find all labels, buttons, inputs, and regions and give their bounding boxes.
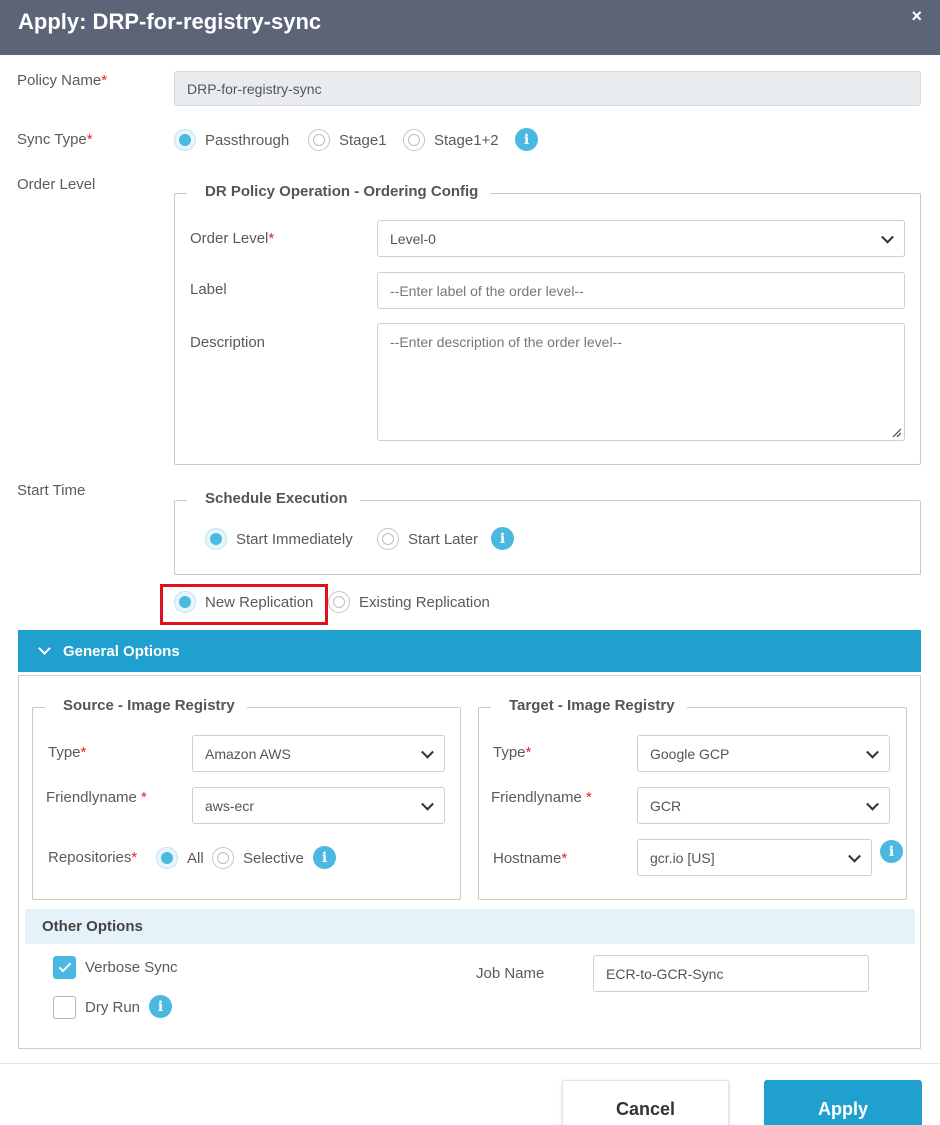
footer-divider [0,1063,940,1064]
close-icon[interactable]: × [911,6,922,27]
label-input[interactable]: --Enter label of the order level-- [377,272,905,309]
order-level-section-label: Order Level [17,176,96,193]
policy-name-label-text: Policy Name [17,72,102,89]
sync-type-label-text: Sync Type [17,131,87,148]
checkbox-box [53,996,76,1019]
radio-circle [205,528,227,550]
info-icon[interactable]: i [313,846,336,869]
info-icon[interactable]: i [491,527,514,550]
job-name-input[interactable]: ECR-to-GCR-Sync [593,955,869,992]
order-level-label-text: Order Level [190,230,269,247]
sync-type-stage1-2-radio[interactable]: Stage1+2 [403,129,499,151]
radio-circle [403,129,425,151]
general-options-toggle[interactable]: General Options [18,630,921,672]
target-type-select[interactable]: Google GCP [637,735,890,772]
dry-run-checkbox[interactable]: Dry Run [53,996,140,1019]
source-registry-legend: Source - Image Registry [45,697,247,714]
required-marker: * [86,131,93,148]
checkbox-label: Verbose Sync [85,959,178,976]
dialog-title: Apply: DRP-for-registry-sync [18,9,322,34]
info-icon[interactable]: i [149,995,172,1018]
radio-label: Existing Replication [359,593,490,611]
repositories-label: Repositories* [48,849,137,866]
target-type-label: Type* [493,744,531,761]
required-marker: * [561,850,568,867]
apply-button[interactable]: Apply [764,1080,922,1125]
description-placeholder: --Enter description of the order level-- [390,334,622,350]
info-icon[interactable]: i [880,840,903,863]
hostname-label: Hostname* [493,850,567,867]
order-level-select[interactable]: Level-0 [377,220,905,257]
radio-label: All [187,849,204,867]
required-marker: * [80,744,87,761]
verbose-sync-checkbox[interactable]: Verbose Sync [53,956,178,979]
radio-circle [377,528,399,550]
start-later-radio[interactable]: Start Later [377,528,478,550]
radio-label: Passthrough [205,131,290,149]
target-type-label-text: Type [493,744,526,761]
hostname-select[interactable]: gcr.io [US] [637,839,872,876]
required-marker: * [268,230,275,247]
sync-type-stage1-radio[interactable]: Stage1 [308,129,387,151]
cancel-button[interactable]: Cancel [562,1080,729,1125]
target-friendlyname-label-text: Friendlyname [491,789,582,806]
radio-circle [174,129,196,151]
policy-name-field: DRP-for-registry-sync [174,71,921,106]
description-textarea[interactable]: --Enter description of the order level-- [377,323,905,441]
target-registry-legend: Target - Image Registry [491,697,687,714]
radio-label: Stage1+2 [434,131,499,149]
source-type-select[interactable]: Amazon AWS [192,735,445,772]
required-marker: * [586,789,592,806]
radio-circle [308,129,330,151]
sync-type-passthrough-radio[interactable]: Passthrough [174,129,289,151]
sync-type-label: Sync Type* [17,131,93,148]
hostname-label-text: Hostname [493,850,562,867]
schedule-execution-legend: Schedule Execution [187,490,360,507]
label-field-label: Label [190,281,227,298]
policy-name-label: Policy Name* [17,72,107,89]
start-time-label: Start Time [17,482,86,499]
dialog-header: Apply: DRP-for-registry-sync × [0,0,940,55]
source-friendlyname-select[interactable]: aws-ecr [192,787,445,824]
radio-label: Selective [243,849,304,867]
chevron-down-icon [38,642,51,655]
job-name-label: Job Name [476,965,545,982]
ordering-config-legend: DR Policy Operation - Ordering Config [187,183,491,200]
source-friendlyname-label: Friendlyname * [46,789,147,806]
radio-label: Start Later [408,530,479,548]
start-immediately-radio[interactable]: Start Immediately [205,528,353,550]
existing-replication-radio[interactable]: Existing Replication [328,591,490,613]
radio-label: Start Immediately [236,530,353,548]
order-level-label: Order Level* [190,230,274,247]
source-type-label-text: Type [48,744,81,761]
checkbox-label: Dry Run [85,999,141,1016]
required-marker: * [101,72,108,89]
radio-circle [212,847,234,869]
repositories-all-radio[interactable]: All [156,847,204,869]
source-friendlyname-label-text: Friendlyname [46,789,137,806]
radio-label: Stage1 [339,131,387,149]
target-friendlyname-label: Friendlyname * [491,789,592,806]
required-marker: * [141,789,147,806]
required-marker: * [131,849,138,866]
other-options-title: Other Options [42,918,143,935]
description-label: Description [190,334,266,351]
radio-circle [328,591,350,613]
check-icon [53,956,76,979]
required-marker: * [525,744,532,761]
repositories-label-text: Repositories [48,849,132,866]
general-options-title: General Options [63,642,180,660]
repositories-selective-radio[interactable]: Selective [212,847,304,869]
target-friendlyname-select[interactable]: GCR [637,787,890,824]
radio-circle [156,847,178,869]
info-icon[interactable]: i [515,128,538,151]
resize-handle-icon[interactable] [891,427,901,437]
highlight-box [160,584,328,625]
other-options-header: Other Options [25,909,915,944]
source-type-label: Type* [48,744,86,761]
